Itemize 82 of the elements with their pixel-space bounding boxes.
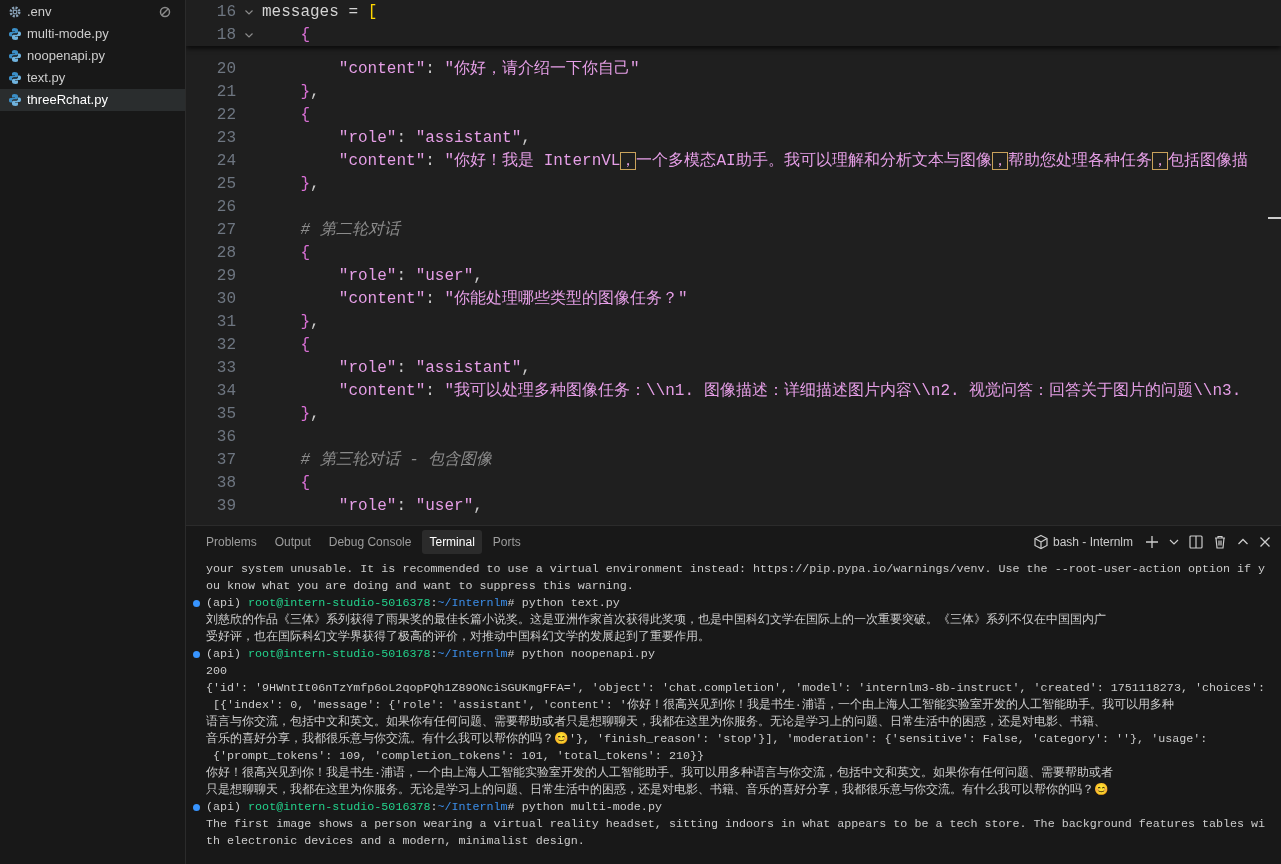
code-line: },	[299, 173, 320, 195]
terminal-line: {'prompt_tokens': 109, 'completion_tokens': 101, 'total_tokens': 210}}	[212, 747, 704, 765]
code-line: "content": "我可以处理多种图像任务：\\n1. 图像描述：详细描述图片内容\\n2. 视觉问答：回答关于图片的问题\\n3.	[337, 380, 1242, 402]
file-item[interactable]: text.py	[0, 67, 185, 89]
python-icon	[8, 71, 22, 85]
terminal-line: [{'index': 0, 'message': {'role': 'assistant', 'content': '你好！很高兴见到你！我是书生·浦语，一个由上海人工智能实验室开发的人工智能助手。我可以用多种	[212, 696, 1174, 714]
panel-tab[interactable]: Terminal	[422, 530, 482, 554]
file-item[interactable]: .env	[0, 1, 185, 23]
terminal-line: 受好评，也在国际科幻文学界获得了极高的评价，对推动中国科幻文学的发展起到了重要作用。	[206, 628, 710, 646]
terminal-line: 刘慈欣的作品《三体》系列获得了雨果奖的最佳长篇小说奖。这是亚洲作家首次获得此奖项，也是中国科幻文学在国际上的一次重要突破。《三体》系列不仅在中国国内广	[206, 611, 1106, 629]
terminal-line: 你好！很高兴见到你！我是书生·浦语，一个由上海人工智能实验室开发的人工智能助手。我可以用多种语言与你交流，包括中文和英文。如果你有任何问题、需要帮助或者	[206, 764, 1113, 782]
split-icon[interactable]	[1189, 535, 1203, 549]
terminal-line: ou know what you are doing and want to suppress this warning.	[206, 577, 634, 595]
code-line: messages = [	[262, 1, 378, 23]
code-line: "content": "你能处理哪些类型的图像任务？"	[337, 288, 688, 310]
code-line: {	[299, 472, 310, 494]
cube-icon	[1032, 534, 1049, 550]
line-number: 37	[215, 449, 236, 471]
terminal-line: The first image shows a person wearing a virtual reality headset, sitting indoors in what appears to be a tech store. The background features tables wi	[206, 815, 1266, 833]
terminal-line: (api) root@intern-studio-5016378:~/Internlm# python text.py	[206, 594, 620, 612]
line-number: 35	[215, 403, 236, 425]
python-icon	[8, 27, 22, 41]
code-line: {	[299, 24, 310, 46]
code-line: },	[299, 403, 320, 425]
trash-icon[interactable]	[1213, 535, 1227, 549]
terminal-line: 只是想聊聊天，我都在这里为你服务。无论是学习上的问题、日常生活中的困惑，还是对电影、书籍、音乐的喜好分享，我都很乐意与你交流。有什么我可以帮你的吗？😊	[206, 781, 1109, 799]
code-line: # 第三轮对话 - 包含图像	[299, 449, 493, 471]
terminal-selector[interactable]: bash - Internlm	[1030, 533, 1135, 551]
line-number: 25	[215, 173, 236, 195]
terminal-line: 200	[206, 662, 228, 680]
code-line: },	[299, 81, 320, 103]
line-number: 39	[215, 495, 236, 517]
line-number: 32	[215, 334, 236, 356]
code-line: "content": "你好，请介绍一下你自己"	[337, 58, 640, 80]
line-number: 34	[215, 380, 236, 402]
terminal-line: {'id': '9HWntIt06nTzYmfp6oL2qopPQh1Z89ONciSGUKmgFFA=', 'object': 'chat.completion', 'model': 'internlm3-8b-instruct', 'created': 1751118273, 'choices':	[206, 679, 1266, 697]
terminal-line: (api) root@intern-studio-5016378:~/Internlm# python noopenapi.py	[206, 645, 655, 663]
line-number: 26	[215, 196, 236, 218]
code-line: # 第二轮对话	[299, 219, 400, 241]
code-line: "role": "user",	[337, 495, 483, 517]
line-number: 28	[215, 242, 236, 264]
code-line: "role": "user",	[337, 265, 483, 287]
chevron-down-icon[interactable]	[1169, 537, 1179, 547]
file-item[interactable]: multi-mode.py	[0, 23, 185, 45]
line-number: 18	[215, 24, 236, 46]
code-line: {	[299, 242, 310, 264]
line-number: 29	[215, 265, 236, 287]
terminal-line: your system unusable. It is recommended to use a virtual environment instead: https://pip.pypa.io/warnings/venv. Use the --root-user-action option if y	[206, 560, 1266, 578]
line-number: 24	[215, 150, 236, 172]
line-number: 16	[215, 1, 236, 23]
line-number: 30	[215, 288, 236, 310]
file-item[interactable]: noopenapi.py	[0, 45, 185, 67]
terminal-line: 语言与你交流，包括中文和英文。如果你有任何问题、需要帮助或者只是想聊聊天，我都在这里为你服务。无论是学习上的问题、日常生活中的困惑，还是对电影、书籍、	[206, 713, 1106, 731]
close-icon[interactable]	[1259, 536, 1271, 548]
line-number: 20	[215, 58, 236, 80]
panel-tab[interactable]: Ports	[485, 530, 528, 554]
python-icon	[8, 49, 22, 63]
panel-tab[interactable]: Debug Console	[321, 530, 419, 554]
line-number: 38	[215, 472, 236, 494]
code-line: "role": "assistant",	[337, 357, 531, 379]
line-number: 22	[215, 104, 236, 126]
line-number: 33	[215, 357, 236, 379]
code-line: },	[299, 311, 320, 333]
line-number: 36	[215, 426, 236, 448]
python-icon	[8, 93, 22, 107]
code-line: {	[299, 104, 310, 126]
plus-icon[interactable]	[1145, 535, 1159, 549]
terminal-line: 音乐的喜好分享，我都很乐意与你交流。有什么我可以帮你的吗？😊'}, 'finish_reason': 'stop'}], 'moderation': {'sensitive': False, 'category': ''}, 'usage':	[206, 730, 1208, 748]
panel-tab[interactable]: Output	[267, 530, 318, 554]
panel-tab[interactable]: Problems	[199, 530, 264, 554]
file-item[interactable]: threeRchat.py	[0, 89, 185, 111]
code-line: "role": "assistant",	[337, 127, 531, 149]
terminal-line: (api) root@intern-studio-5016378:~/Internlm# python multi-mode.py	[206, 798, 662, 816]
code-line: {	[299, 334, 310, 356]
line-number: 27	[215, 219, 236, 241]
gear-icon	[8, 5, 22, 19]
line-number: 21	[215, 81, 236, 103]
terminal-line: th electronic devices and a modern, minimalist design.	[206, 832, 585, 850]
line-number: 23	[215, 127, 236, 149]
terminal-name: bash - Internlm	[1052, 534, 1133, 551]
code-line: "content": "你好！我是 InternVL，一个多模态AI助手。我可以理解和分析文本与图像，帮助您处理各种任务，包括图像描	[337, 150, 1248, 172]
line-number: 31	[215, 311, 236, 333]
